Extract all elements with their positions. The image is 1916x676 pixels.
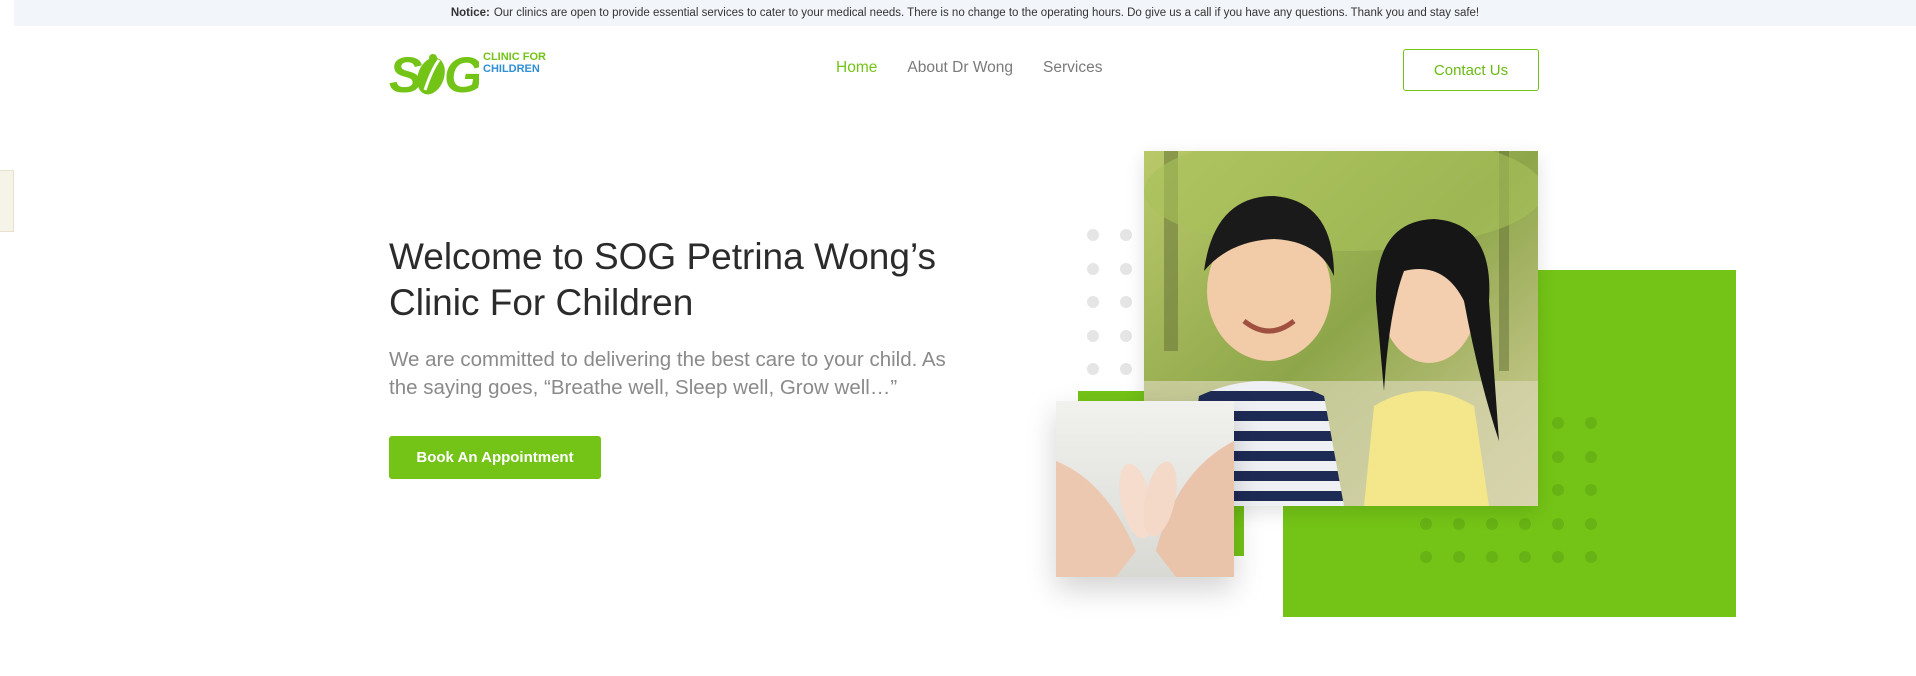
- decor-dots-grey: [1087, 229, 1132, 375]
- logo[interactable]: S G CLINIC FOR CHILDREN: [389, 48, 546, 98]
- nav-home[interactable]: Home: [836, 59, 877, 77]
- hero-subtitle: We are committed to delivering the best …: [389, 348, 946, 399]
- side-tab[interactable]: [0, 170, 14, 232]
- svg-text:S: S: [389, 48, 422, 98]
- baby-feet-photo: [1056, 401, 1234, 577]
- nav-about-dr-wong[interactable]: About Dr Wong: [907, 59, 1013, 77]
- notice-bar: Notice: Our clinics are open to provide …: [14, 0, 1916, 26]
- notice-label: Notice:: [450, 7, 490, 19]
- contact-us-button[interactable]: Contact Us: [1403, 49, 1539, 91]
- svg-text:G: G: [444, 48, 479, 98]
- nav-services[interactable]: Services: [1043, 59, 1102, 77]
- main-nav: Home About Dr Wong Services: [836, 59, 1102, 77]
- notice-text: Our clinics are open to provide essentia…: [493, 7, 1480, 19]
- logo-text-line1: CLINIC FOR: [483, 51, 546, 63]
- book-appointment-button[interactable]: Book An Appointment: [389, 436, 601, 479]
- logo-mark-icon: S G: [389, 48, 479, 98]
- hero-title: Welcome to SOG Petrina Wong’s Clinic For…: [389, 236, 937, 323]
- logo-text-line2: CHILDREN: [483, 63, 540, 75]
